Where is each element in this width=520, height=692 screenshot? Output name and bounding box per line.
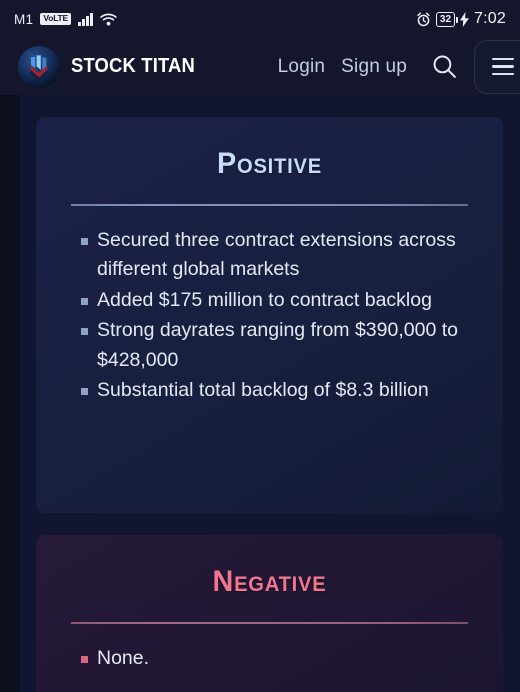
list-item: None. <box>81 644 473 674</box>
clock-time: 7:02 <box>474 10 506 27</box>
content-container: Positive Secured three contract extensio… <box>20 95 520 692</box>
header-nav: Login Sign up <box>270 39 520 94</box>
negative-card-title: Negative <box>212 565 327 598</box>
carrier-label: M1 <box>14 11 34 27</box>
list-item: Added $175 million to contract backlog <box>81 286 473 316</box>
login-link[interactable]: Login <box>270 56 334 78</box>
battery-indicator: 32 <box>435 11 459 27</box>
search-icon[interactable] <box>415 53 468 80</box>
positive-card: Positive Secured three contract extensio… <box>36 117 503 513</box>
negative-bullet-list: None. <box>36 644 503 674</box>
list-item: Substantial total backlog of $8.3 billio… <box>81 376 473 406</box>
page-body: Positive Secured three contract extensio… <box>0 95 520 692</box>
negative-card-divider <box>71 622 468 624</box>
charging-bolt-icon <box>460 11 470 27</box>
negative-card: Negative None. <box>36 535 503 692</box>
positive-card-divider <box>71 204 468 206</box>
alarm-clock-icon <box>416 12 431 27</box>
list-item: Secured three contract extensions across… <box>81 226 473 285</box>
system-status-bar: M1 VoLTE 32 7:02 <box>0 0 520 38</box>
positive-card-title: Positive <box>217 147 322 180</box>
list-item: Strong dayrates ranging from $390,000 to… <box>81 316 473 375</box>
hamburger-menu-icon[interactable] <box>474 39 520 94</box>
wifi-icon <box>99 13 117 26</box>
site-header: STOCK TITAN Login Sign up <box>0 38 520 95</box>
status-bar-right-group: 32 7:02 <box>416 10 506 28</box>
positive-bullet-list: Secured three contract extensions across… <box>36 226 503 406</box>
brand-name[interactable]: STOCK TITAN <box>71 55 195 78</box>
status-bar-left-group: M1 VoLTE <box>14 12 117 27</box>
signal-bars-icon <box>78 12 93 26</box>
stock-titan-logo-icon[interactable] <box>18 45 60 88</box>
volte-badge: VoLTE <box>40 13 72 25</box>
signup-link[interactable]: Sign up <box>333 56 415 78</box>
